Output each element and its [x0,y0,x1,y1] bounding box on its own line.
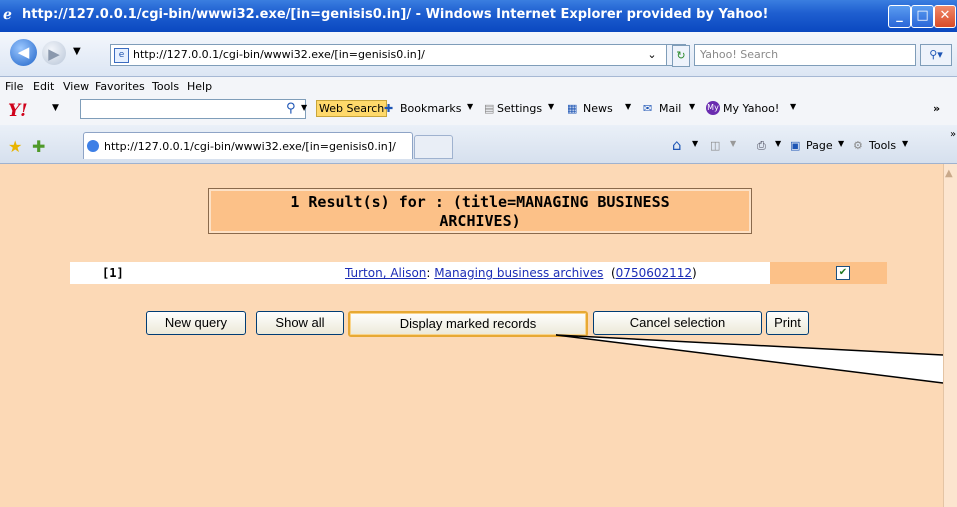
feeds-dropdown-icon[interactable]: ▼ [730,139,736,148]
tools-menu-dropdown-icon[interactable]: ▼ [902,139,908,148]
new-query-button[interactable]: New query [146,311,246,335]
tools-menu-button[interactable]: Tools [869,139,896,152]
yahoo-toolbar: Y! ▼ ⚲ ▼ Web Search ✚ Bookmarks ▼ ▤ Sett… [0,95,957,126]
print-dropdown-icon[interactable]: ▼ [775,139,781,148]
menu-help[interactable]: Help [187,80,212,93]
address-bar[interactable]: e http://127.0.0.1/cgi-bin/wwwi32.exe/[i… [110,44,682,66]
address-dropdown-icon[interactable]: ⌄ [644,45,660,65]
scroll-up-icon[interactable]: ▲ [945,168,953,179]
search-icon[interactable]: ⚲▾ [920,44,952,66]
menu-bar: File Edit View Favorites Tools Help [0,77,957,95]
page-content: 1 Result(s) for : (title=MANAGING BUSINE… [5,164,943,507]
tab-bar: ★ ✚ http://127.0.0.1/cgi-bin/wwwi32.exe/… [0,125,957,164]
page-icon: e [114,48,129,63]
more-commands-icon[interactable]: » [950,129,956,140]
navigation-bar: ◀ ▶ ▼ e http://127.0.0.1/cgi-bin/wwwi32.… [0,32,957,77]
ie-logo-icon: ℯ [3,7,12,23]
show-all-button[interactable]: Show all [256,311,344,335]
new-tab-button[interactable] [414,135,453,159]
web-search-button[interactable]: Web Search [316,100,388,117]
title-bar: ℯ http://127.0.0.1/cgi-bin/wwwi32.exe/[i… [0,0,957,32]
title-link[interactable]: Managing business archives [434,266,603,280]
tab-current[interactable]: http://127.0.0.1/cgi-bin/wwwi32.exe/[in=… [83,132,413,159]
result-record: Turton, Alison: Managing business archiv… [345,266,697,280]
tab-label: http://127.0.0.1/cgi-bin/wwwi32.exe/[in=… [104,140,396,153]
mark-cell: ✔ [770,262,887,284]
yahoo-menu-dropdown-icon[interactable]: ▼ [52,103,59,113]
menu-edit[interactable]: Edit [33,80,54,93]
news-dropdown-icon[interactable]: ▼ [625,102,631,111]
result-row: [1] Turton, Alison: Managing business ar… [70,262,887,284]
mail-icon: ✉ [643,102,653,115]
bookmarks-icon: ✚ [384,102,394,115]
author-title-separator: : [426,266,431,280]
yahoo-logo-icon[interactable]: Y! [8,101,28,121]
close-button[interactable]: ✕ [934,5,956,28]
cancel-selection-button[interactable]: Cancel selection [593,311,762,335]
more-chevron-icon[interactable]: » [933,102,940,115]
minimize-button[interactable]: _ [888,5,911,28]
news-button[interactable]: News [583,102,613,115]
settings-icon: ▤ [484,102,495,115]
print-icon[interactable]: ⎙ [757,139,766,153]
mail-button[interactable]: Mail [659,102,681,115]
search-input[interactable]: Yahoo! Search [694,44,916,66]
isbn-link[interactable]: 0750602112 [616,266,692,280]
tab-page-icon [87,140,99,152]
search-options-dropdown-icon[interactable]: ▼ [301,103,307,112]
add-favorite-icon[interactable]: ✚ [32,137,45,156]
yahoo-search-input[interactable] [80,99,306,119]
display-marked-records-button[interactable]: Display marked records [348,311,588,337]
news-icon: ▦ [567,102,578,115]
mark-record-checkbox[interactable]: ✔ [836,266,850,280]
menu-file[interactable]: File [5,80,23,93]
tools-gear-icon: ⚙ [853,139,863,152]
back-button[interactable]: ◀ [10,39,37,66]
feeds-icon[interactable]: ◫ [710,139,720,152]
address-url[interactable]: http://127.0.0.1/cgi-bin/wwwi32.exe/[in=… [133,48,425,61]
favorites-star-icon[interactable]: ★ [8,137,22,156]
results-heading: 1 Result(s) for : (title=MANAGING BUSINE… [208,188,752,234]
settings-dropdown-icon[interactable]: ▼ [548,102,554,111]
forward-button[interactable]: ▶ [42,41,66,65]
print-button[interactable]: Print [766,311,809,335]
magnifier-icon[interactable]: ⚲ [286,101,296,116]
menu-tools[interactable]: Tools [152,80,179,93]
bookmarks-dropdown-icon[interactable]: ▼ [467,102,473,111]
my-yahoo-dropdown-icon[interactable]: ▼ [790,102,796,111]
home-icon[interactable]: ⌂ [672,136,682,154]
my-yahoo-button[interactable]: My Yahoo! [723,102,779,115]
menu-favorites[interactable]: Favorites [95,80,145,93]
result-index: [1] [102,266,124,280]
my-yahoo-icon: My [706,101,720,115]
menu-view[interactable]: View [63,80,89,93]
mail-dropdown-icon[interactable]: ▼ [689,102,695,111]
search-placeholder: Yahoo! Search [700,48,779,61]
vertical-scrollbar[interactable]: ▲ [943,164,957,507]
recent-pages-dropdown-icon[interactable]: ▼ [73,46,81,57]
page-menu-button[interactable]: Page [806,139,833,152]
results-heading-line-2: ARCHIVES) [439,212,521,230]
maximize-button[interactable]: □ [911,5,934,28]
author-link[interactable]: Turton, Alison [345,266,426,280]
page-menu-dropdown-icon[interactable]: ▼ [838,139,844,148]
home-dropdown-icon[interactable]: ▼ [692,139,698,148]
results-heading-line-1: 1 Result(s) for : (title=MANAGING BUSINE… [290,193,670,211]
window-title: http://127.0.0.1/cgi-bin/wwwi32.exe/[in=… [22,7,769,22]
refresh-button[interactable]: ↻ [672,45,690,67]
settings-button[interactable]: Settings [497,102,542,115]
page-menu-icon: ▣ [790,139,801,152]
bookmarks-button[interactable]: Bookmarks [400,102,461,115]
